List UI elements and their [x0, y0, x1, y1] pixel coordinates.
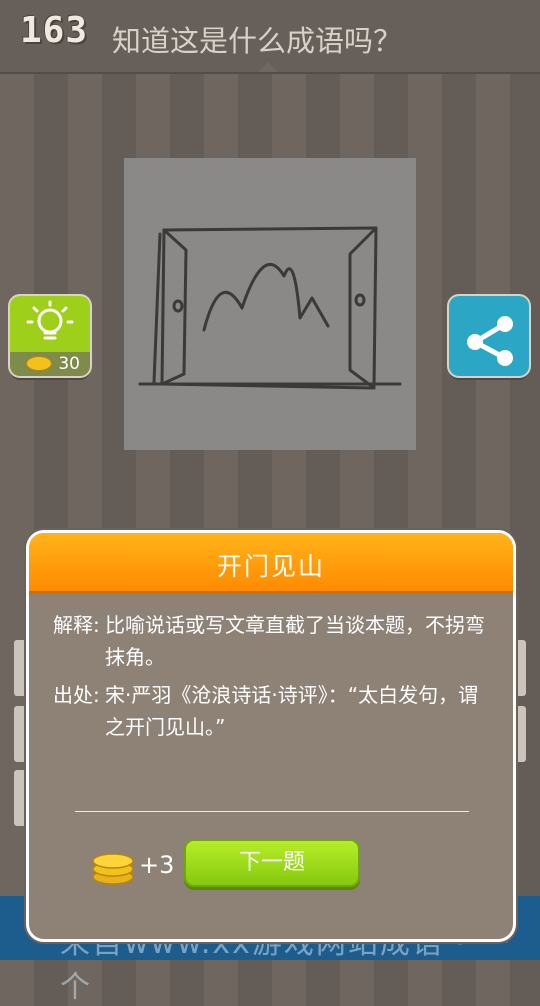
- share-icon: [467, 316, 513, 366]
- next-question-button[interactable]: 下一题: [184, 839, 360, 887]
- explanation-text: 比喻说话或写文章直截了当谈本题，不拐弯抹角。: [105, 613, 485, 669]
- hint-cost-bar: 30: [10, 352, 90, 376]
- share-button[interactable]: [449, 296, 529, 376]
- explanation-row: 解释: 比喻说话或写文章直截了当谈本题，不拐弯抹角。: [53, 609, 493, 673]
- top-bar: 163 知道这是什么成语吗？: [0, 0, 540, 74]
- header-notch: [258, 62, 278, 72]
- hint-cost: 30: [58, 354, 80, 374]
- question-text: 知道这是什么成语吗？: [112, 24, 403, 58]
- answer-modal: 开门见山 解释: 比喻说话或写文章直截了当谈本题，不拐弯抹角。 出处: 宋·严羽…: [26, 530, 516, 942]
- explanation-label: 解释:: [53, 613, 100, 637]
- reward-amount: +3: [139, 851, 175, 879]
- gold-coins-icon: [92, 853, 134, 885]
- puzzle-image: [124, 158, 416, 450]
- hint-button[interactable]: 30: [10, 296, 90, 376]
- lightbulb-icon: [26, 300, 74, 340]
- idiom-title: 开门见山: [216, 552, 325, 581]
- coin-icon: [26, 356, 52, 371]
- source-text: 宋·严羽《沧浪诗话·诗评》：“太白发句，谓之开门见山。”: [105, 683, 479, 739]
- level-number: 163: [20, 10, 89, 51]
- modal-divider: [75, 811, 469, 812]
- open-door-mountain-drawing: [138, 226, 402, 390]
- source-label: 出处:: [53, 683, 100, 707]
- modal-header: 开门见山: [29, 533, 513, 593]
- source-row: 出处: 宋·严羽《沧浪诗话·诗评》：“太白发句，谓之开门见山。”: [53, 679, 493, 743]
